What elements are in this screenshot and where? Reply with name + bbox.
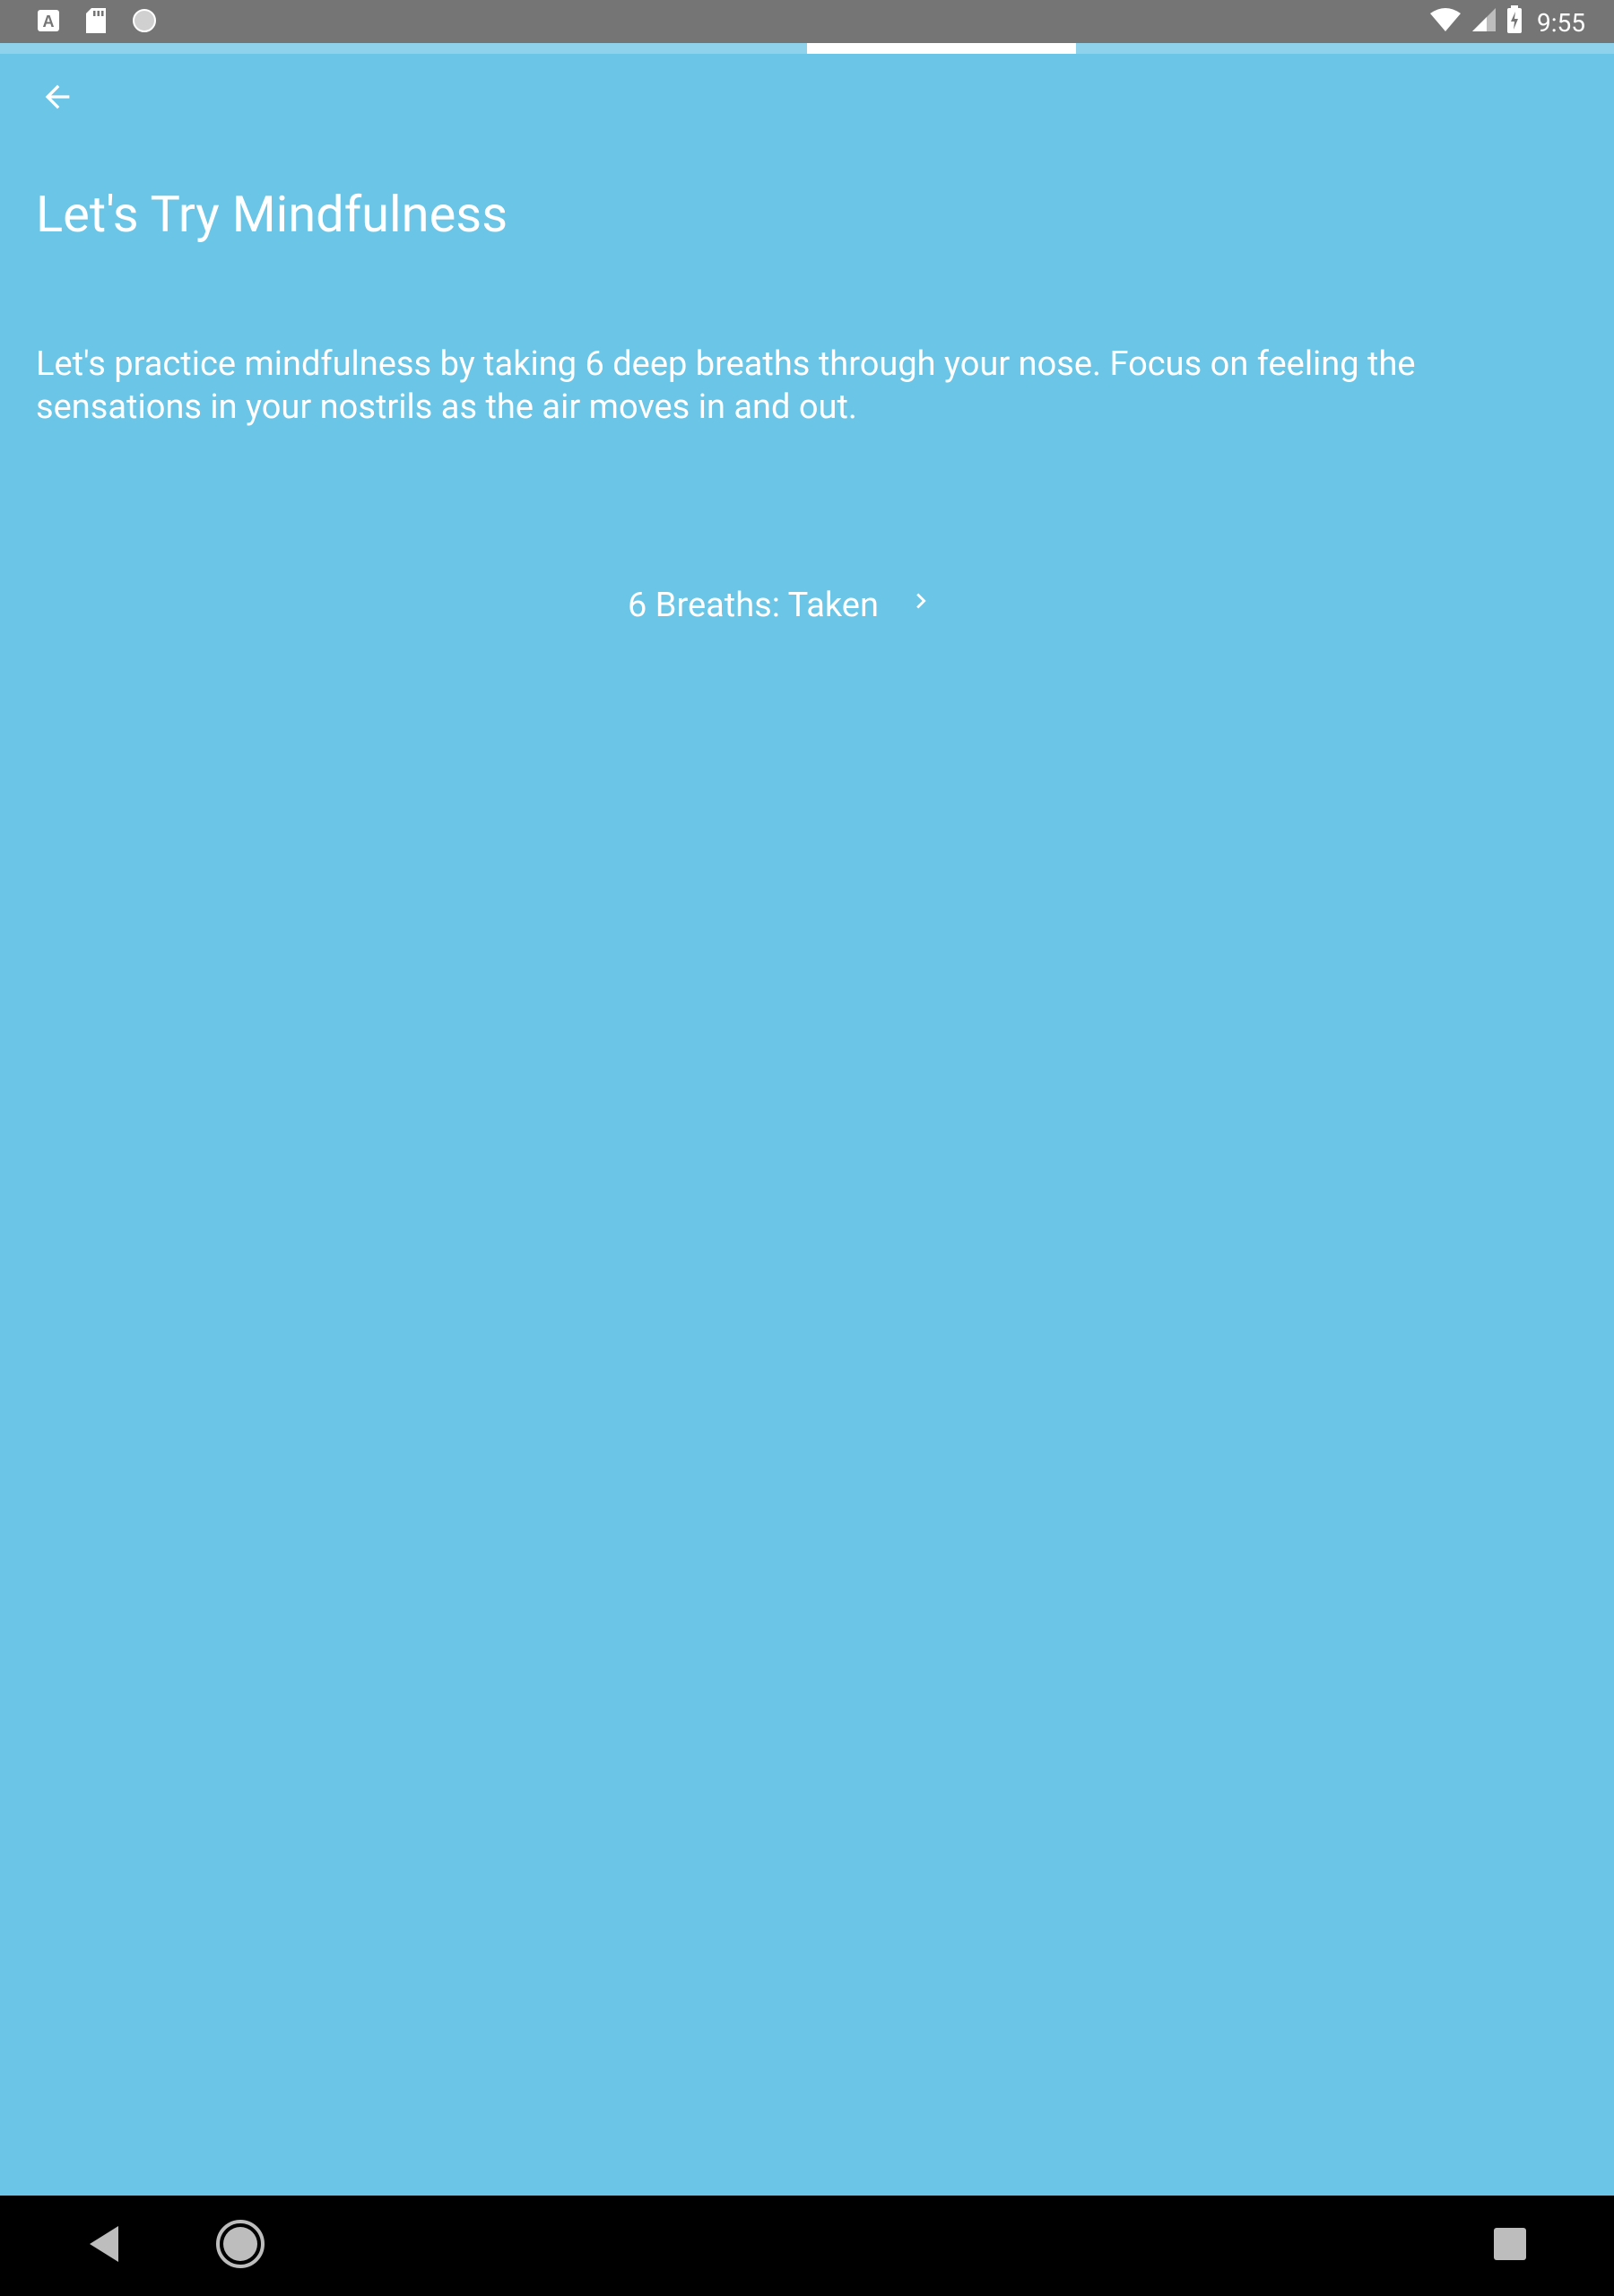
nav-recents-button[interactable] [1492,2228,1528,2264]
status-time: 9:55 [1537,8,1585,38]
arrow-back-icon [39,79,75,118]
nav-home-button[interactable] [215,2219,265,2273]
breaths-taken-button[interactable]: 6 Breaths: Taken [628,574,936,637]
status-bar: A 9:55 [0,0,1614,43]
wifi-icon [1429,6,1462,39]
step-progress-track [0,43,1614,54]
sync-circle-icon [131,7,158,38]
battery-charging-icon [1506,5,1523,40]
status-system-icons: 9:55 [1429,5,1585,40]
system-nav-bar [0,2196,1614,2296]
status-notification-icons: A [36,7,158,38]
instruction-text: Let's practice mindfulness by taking 6 d… [36,344,1416,427]
back-button[interactable] [32,74,82,124]
nav-back-button[interactable] [81,2222,127,2269]
nav-home-icon [215,2219,265,2273]
page-title: Let's Try Mindfulness [36,185,508,244]
svg-text:A: A [43,13,55,30]
sd-card-icon [84,7,108,38]
step-progress-active-segment [807,43,1076,54]
chevron-right-icon [906,586,936,625]
nav-recents-icon [1493,2227,1527,2265]
nav-back-icon [86,2224,122,2267]
breaths-taken-label: 6 Breaths: Taken [628,586,879,625]
keyboard-a-icon: A [36,8,61,37]
signal-icon [1471,6,1497,39]
